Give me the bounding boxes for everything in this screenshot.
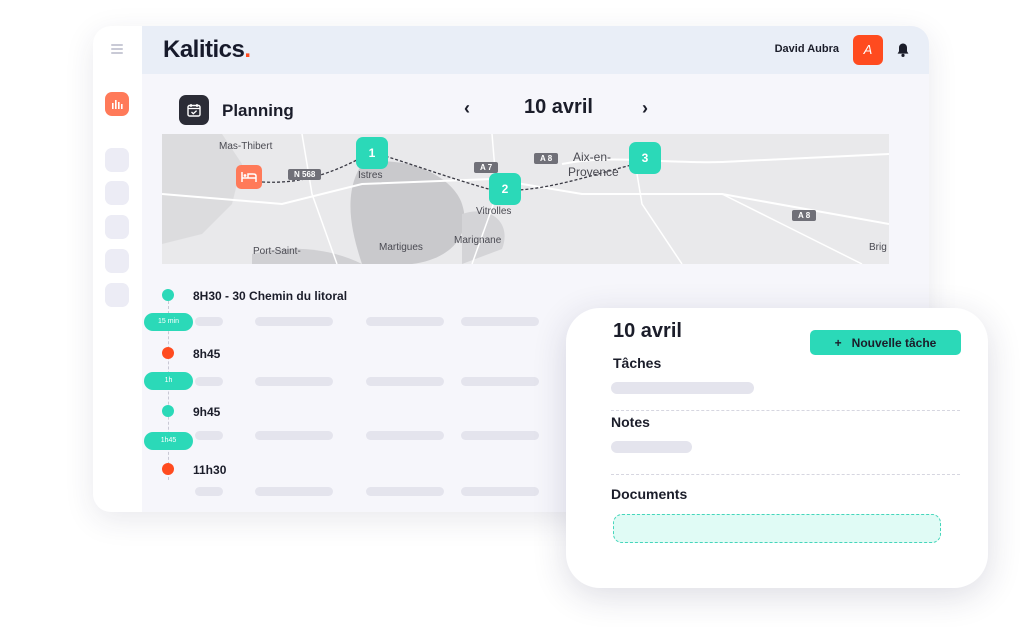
map-place-label: Vitrolles [476,206,512,217]
placeholder-bar [255,487,333,496]
user-name: David Aubra [774,43,839,55]
sidebar-item[interactable] [105,215,129,239]
map-place-label: Brig [869,242,887,253]
road-tag: A 8 [534,153,559,164]
road-tag: A 8 [792,210,817,221]
map-pin-1[interactable]: 1 [356,137,388,169]
menu-icon[interactable] [111,44,123,54]
placeholder-bar [366,377,444,386]
timeline-dot [162,405,174,417]
placeholder-bar [195,377,223,386]
sidebar-item[interactable] [105,181,129,205]
timeline-stop-label[interactable]: 8h45 [193,347,220,361]
timeline-stop-label[interactable]: 11h30 [193,463,226,477]
placeholder-bar [255,431,333,440]
documents-heading: Documents [611,486,688,502]
timeline-dot [162,463,174,475]
duration-badge: 1h [144,372,193,390]
divider [611,410,960,411]
timeline-dot [162,289,174,301]
task-placeholder [611,382,754,394]
placeholder-bar [195,431,223,440]
placeholder-bar [255,377,333,386]
hotel-marker[interactable] [236,165,262,189]
placeholder-bar [195,487,223,496]
placeholder-bar [461,317,539,326]
map-background [162,134,889,264]
map-pin-2[interactable]: 2 [489,173,521,205]
notes-heading: Notes [611,414,650,430]
map-place-label: Martigues [379,242,423,253]
plus-icon: + [834,336,842,350]
placeholder-bar [461,377,539,386]
map-place-label: Provence [568,165,619,179]
next-day-button[interactable]: › [642,98,648,119]
day-detail-card: 10 avril + Nouvelle tâche Tâches Notes D… [566,308,988,588]
bar-chart-icon [112,100,123,109]
sidebar-item-dashboard[interactable] [105,92,129,116]
road-tag: A 7 [474,162,499,173]
bell-icon[interactable] [896,42,910,58]
map-pin-3[interactable]: 3 [629,142,661,174]
sidebar-item[interactable] [105,249,129,273]
top-bar: Kalitics. David Aubra A [142,26,929,74]
tasks-heading: Tâches [613,355,662,371]
map-place-label: Istres [358,170,383,181]
placeholder-bar [255,317,333,326]
placeholder-bar [366,317,444,326]
avatar[interactable]: A [853,35,883,65]
placeholder-bar [461,431,539,440]
divider [611,474,960,475]
road-tag: N 568 [288,169,322,180]
map-place-label: Aix-en- [573,150,612,164]
placeholder-bar [366,487,444,496]
new-task-button[interactable]: + Nouvelle tâche [810,330,961,355]
new-task-label: Nouvelle tâche [851,336,937,350]
route-map[interactable]: Mas-Thibert Istres Aix-en- Provence Vitr… [162,134,889,264]
document-drop-zone[interactable] [613,514,941,543]
current-date: 10 avril [524,96,593,118]
note-placeholder [611,441,692,453]
map-place-label: Marignane [454,235,502,246]
sidebar [93,26,142,512]
map-place-label: Mas-Thibert [219,141,273,152]
map-place-label: Port-Saint- [253,246,301,257]
sidebar-item[interactable] [105,148,129,172]
timeline-stop-label[interactable]: 8H30 - 30 Chemin du litoral [193,289,347,303]
duration-badge: 1h45 [144,432,193,450]
previous-day-button[interactable]: ‹ [464,98,470,119]
placeholder-bar [366,431,444,440]
logo: Kalitics. [163,36,251,63]
timeline-dot [162,347,174,359]
placeholder-bar [195,317,223,326]
card-date: 10 avril [613,320,682,342]
sidebar-item[interactable] [105,283,129,307]
duration-badge: 15 min [144,313,193,331]
placeholder-bar [461,487,539,496]
calendar-check-icon [179,95,209,125]
page-title: Planning [222,101,294,120]
bed-icon [241,172,257,182]
timeline-stop-label[interactable]: 9h45 [193,405,220,419]
